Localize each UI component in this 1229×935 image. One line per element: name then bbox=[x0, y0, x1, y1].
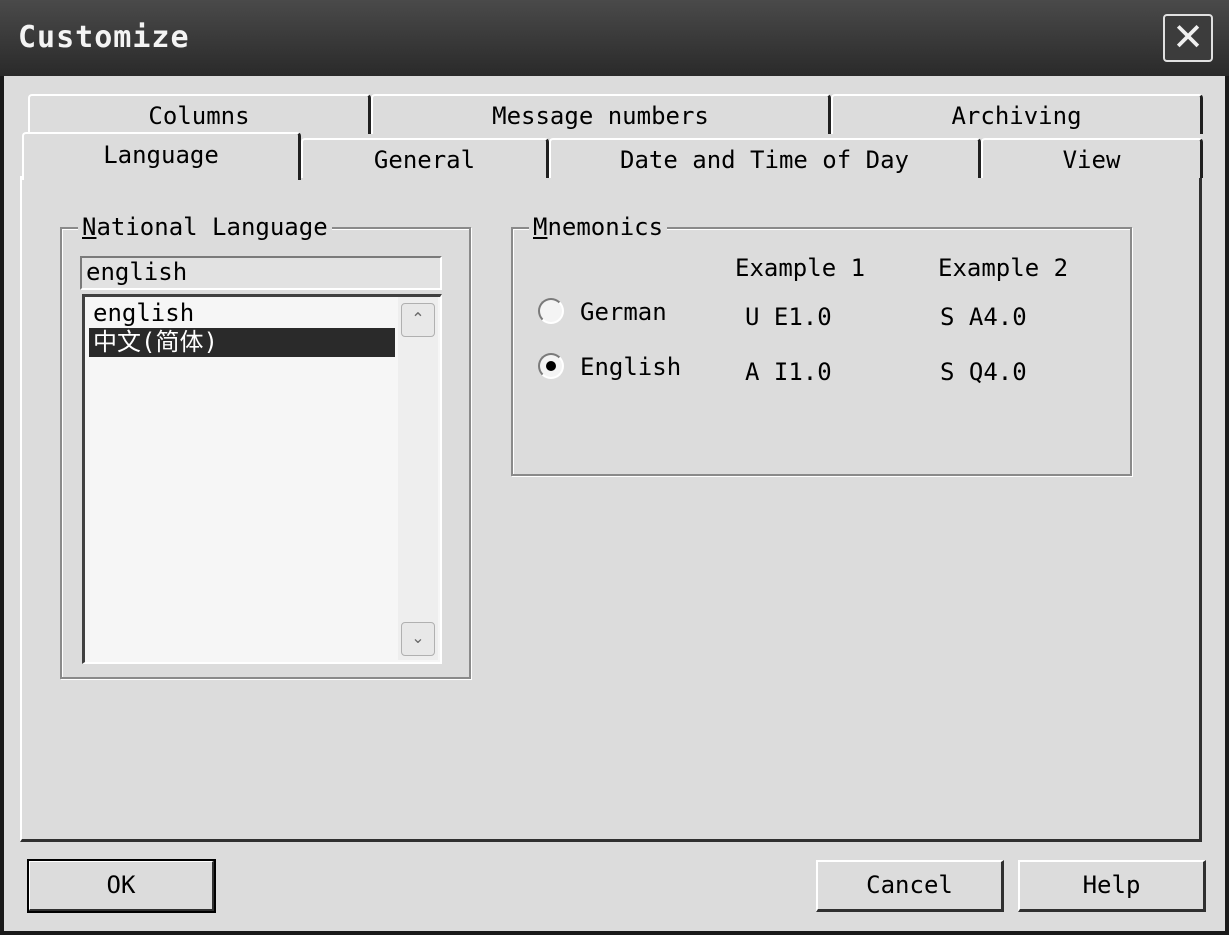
radio-german-label[interactable]: German bbox=[580, 298, 667, 326]
legend-accelerator: N bbox=[82, 213, 97, 241]
example-1-header: Example 1 bbox=[735, 254, 866, 282]
cancel-button[interactable]: Cancel bbox=[816, 860, 1004, 912]
close-icon: ✕ bbox=[1172, 15, 1204, 59]
tab-label: View bbox=[1062, 146, 1121, 174]
language-combo-field[interactable]: english bbox=[80, 256, 442, 290]
radio-english-label[interactable]: English bbox=[580, 353, 681, 381]
scroll-up-button[interactable]: ⌃ bbox=[401, 303, 435, 337]
german-example-1: U E1.0 bbox=[745, 303, 832, 331]
help-button[interactable]: Help bbox=[1018, 860, 1206, 912]
tab-label: Archiving bbox=[951, 102, 1082, 130]
tab-label: Language bbox=[103, 141, 219, 169]
english-example-1: A I1.0 bbox=[745, 358, 832, 386]
english-example-2: S Q4.0 bbox=[940, 358, 1027, 386]
chevron-down-icon: ⌄ bbox=[411, 628, 425, 647]
radio-german[interactable] bbox=[538, 298, 564, 324]
legend-text: ational Language bbox=[96, 213, 328, 241]
language-listbox[interactable]: english 中文(简体) ⌃ ⌄ bbox=[82, 294, 442, 664]
mnemonics-legend: Mnemonics bbox=[529, 213, 668, 241]
tab-date-time[interactable]: Date and Time of Day bbox=[549, 138, 981, 178]
list-item[interactable]: english bbox=[89, 299, 395, 328]
tab-language[interactable]: Language bbox=[22, 132, 301, 180]
listbox-scrollbar[interactable]: ⌃ ⌄ bbox=[398, 297, 438, 660]
ok-button[interactable]: OK bbox=[27, 859, 216, 913]
tab-message-numbers[interactable]: Message numbers bbox=[371, 94, 831, 134]
tab-label: General bbox=[373, 146, 476, 174]
german-example-2: S A4.0 bbox=[940, 303, 1027, 331]
radio-english[interactable] bbox=[538, 353, 564, 379]
tab-archiving[interactable]: Archiving bbox=[831, 94, 1203, 134]
close-button[interactable]: ✕ bbox=[1163, 14, 1213, 62]
example-2-header: Example 2 bbox=[938, 254, 1069, 282]
legend-text: nemonics bbox=[547, 213, 664, 241]
radio-selected-dot bbox=[546, 361, 556, 371]
tab-label: Date and Time of Day bbox=[620, 146, 909, 174]
title-bar: Customize ✕ bbox=[0, 0, 1229, 76]
tab-label: Columns bbox=[148, 102, 250, 130]
legend-accelerator: M bbox=[533, 213, 548, 241]
list-item-selected[interactable]: 中文(简体) bbox=[89, 328, 395, 357]
tab-columns[interactable]: Columns bbox=[28, 94, 371, 134]
national-language-legend: National Language bbox=[78, 213, 332, 241]
chevron-up-icon: ⌃ bbox=[411, 309, 425, 328]
scroll-down-button[interactable]: ⌄ bbox=[401, 622, 435, 656]
tab-label: Message numbers bbox=[492, 102, 709, 130]
tab-general[interactable]: General bbox=[301, 138, 549, 178]
tab-view[interactable]: View bbox=[981, 138, 1203, 178]
window-title: Customize bbox=[18, 20, 190, 55]
